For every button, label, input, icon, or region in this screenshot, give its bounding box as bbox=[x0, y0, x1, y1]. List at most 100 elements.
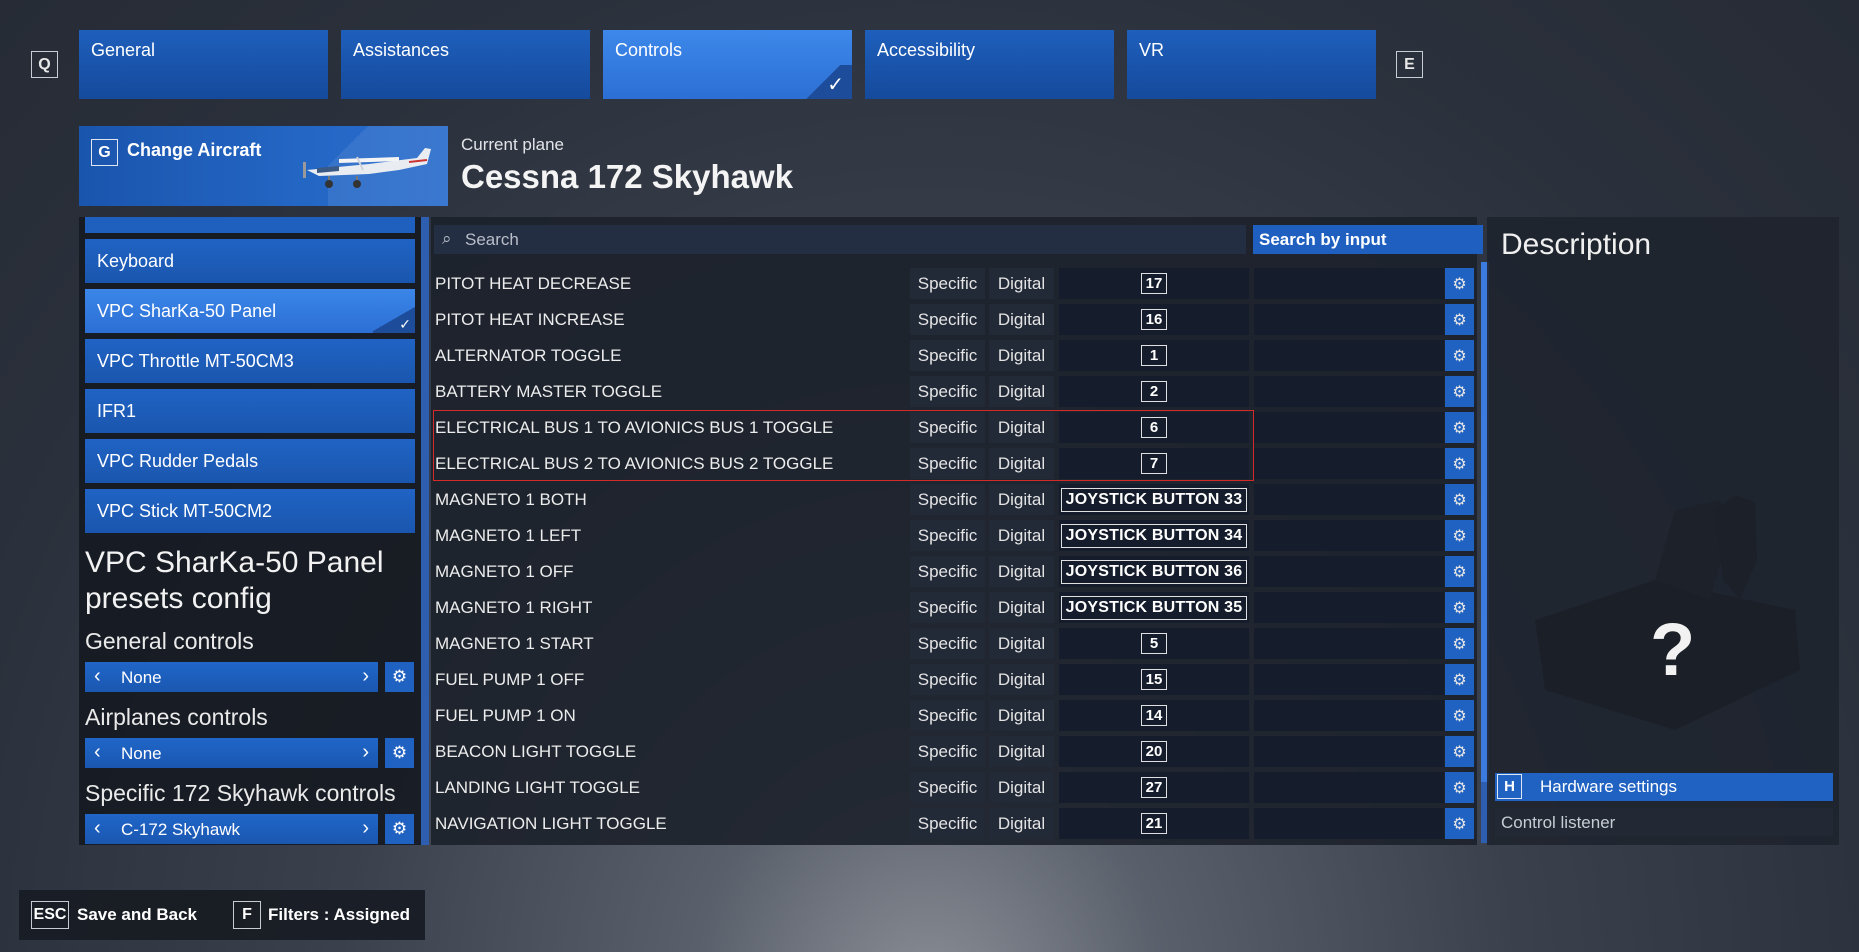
binding-scope[interactable]: Specific bbox=[910, 700, 985, 731]
binding-row[interactable]: MAGNETO 1 BOTH Specific Digital JOYSTICK BU… bbox=[434, 482, 1480, 516]
general-controls-gear-icon[interactable]: ⚙ bbox=[385, 662, 414, 692]
airplanes-controls-gear-icon[interactable]: ⚙ bbox=[385, 738, 414, 768]
binding-scope[interactable]: Specific bbox=[910, 808, 985, 839]
control-listener-field[interactable]: Control listener bbox=[1495, 808, 1833, 836]
binding-type[interactable]: Digital bbox=[989, 772, 1054, 803]
binding-gear-icon[interactable]: ⚙ bbox=[1445, 628, 1474, 659]
binding-type[interactable]: Digital bbox=[989, 592, 1054, 623]
binding-scope[interactable]: Specific bbox=[910, 268, 985, 299]
binding-slot-1[interactable]: 2 bbox=[1059, 376, 1249, 407]
binding-row[interactable]: MAGNETO 1 RIGHT Specific Digital JOYSTICK B… bbox=[434, 590, 1480, 624]
binding-row[interactable]: MAGNETO 1 START Specific Digital 5 ⚙ bbox=[434, 626, 1480, 660]
device-list-scrollbar[interactable] bbox=[421, 217, 429, 845]
binding-scope[interactable]: Specific bbox=[910, 520, 985, 551]
binding-row[interactable]: FUEL PUMP 1 OFF Specific Digital 15 ⚙ bbox=[434, 662, 1480, 696]
binding-slot-1[interactable]: 15 bbox=[1059, 664, 1249, 695]
specific-controls-gear-icon[interactable]: ⚙ bbox=[385, 814, 414, 844]
binding-gear-icon[interactable]: ⚙ bbox=[1445, 700, 1474, 731]
binding-row[interactable]: ALTERNATOR TOGGLE Specific Digital 1 ⚙ bbox=[434, 338, 1480, 372]
binding-row[interactable]: PITOT HEAT INCREASE Specific Digital 16 ⚙ bbox=[434, 302, 1480, 336]
binding-gear-icon[interactable]: ⚙ bbox=[1445, 376, 1474, 407]
binding-row[interactable]: MAGNETO 1 LEFT Specific Digital JOYSTICK BU… bbox=[434, 518, 1480, 552]
binding-slot-2[interactable] bbox=[1254, 628, 1444, 659]
tab-controls[interactable]: Controls ✓ bbox=[603, 30, 852, 99]
binding-slot-2[interactable] bbox=[1254, 340, 1444, 371]
tab-general[interactable]: General bbox=[79, 30, 328, 99]
binding-scope[interactable]: Specific bbox=[910, 376, 985, 407]
binding-type[interactable]: Digital bbox=[989, 808, 1054, 839]
binding-type[interactable]: Digital bbox=[989, 268, 1054, 299]
binding-slot-2[interactable] bbox=[1254, 412, 1444, 443]
binding-slot-1[interactable]: 21 bbox=[1059, 808, 1249, 839]
chevron-left-icon[interactable]: ‹ bbox=[94, 741, 101, 764]
device-item-vpc-stick[interactable]: VPC Stick MT-50CM2 bbox=[85, 489, 415, 533]
binding-gear-icon[interactable]: ⚙ bbox=[1445, 412, 1474, 443]
binding-slot-1[interactable]: JOYSTICK BUTTON 35 bbox=[1059, 592, 1249, 623]
prev-tab-key[interactable]: Q bbox=[31, 51, 58, 78]
binding-gear-icon[interactable]: ⚙ bbox=[1445, 772, 1474, 803]
binding-slot-1[interactable]: 27 bbox=[1059, 772, 1249, 803]
binding-row[interactable]: MAGNETO 1 OFF Specific Digital JOYSTICK BUT… bbox=[434, 554, 1480, 588]
binding-slot-2[interactable] bbox=[1254, 520, 1444, 551]
binding-row[interactable]: NAVIGATION LIGHT TOGGLE Specific Digital 21… bbox=[434, 806, 1480, 840]
device-item-vpc-sharka-50-panel[interactable]: VPC SharKa-50 Panel ✓ bbox=[85, 289, 415, 333]
chevron-right-icon[interactable]: › bbox=[362, 817, 369, 840]
binding-scope[interactable]: Specific bbox=[910, 772, 985, 803]
binding-slot-1[interactable]: 14 bbox=[1059, 700, 1249, 731]
binding-gear-icon[interactable]: ⚙ bbox=[1445, 592, 1474, 623]
save-back-button[interactable]: Save and Back bbox=[77, 905, 197, 925]
binding-scope[interactable]: Specific bbox=[910, 592, 985, 623]
binding-gear-icon[interactable]: ⚙ bbox=[1445, 556, 1474, 587]
save-back-key[interactable]: ESC bbox=[31, 901, 69, 929]
binding-row[interactable]: LANDING LIGHT TOGGLE Specific Digital 27 ⚙ bbox=[434, 770, 1480, 804]
device-item-vpc-rudder-pedals[interactable]: VPC Rudder Pedals bbox=[85, 439, 415, 483]
binding-slot-2[interactable] bbox=[1254, 592, 1444, 623]
binding-gear-icon[interactable]: ⚙ bbox=[1445, 484, 1474, 515]
binding-slot-1[interactable]: 16 bbox=[1059, 304, 1249, 335]
binding-slot-2[interactable] bbox=[1254, 376, 1444, 407]
hardware-settings-button[interactable]: H Hardware settings bbox=[1495, 773, 1833, 801]
binding-scope[interactable]: Specific bbox=[910, 664, 985, 695]
device-item-ifr1[interactable]: IFR1 bbox=[85, 389, 415, 433]
next-tab-key[interactable]: E bbox=[1396, 51, 1423, 78]
binding-type[interactable]: Digital bbox=[989, 376, 1054, 407]
binding-slot-1[interactable]: JOYSTICK BUTTON 36 bbox=[1059, 556, 1249, 587]
tab-vr[interactable]: VR bbox=[1127, 30, 1376, 99]
chevron-left-icon[interactable]: ‹ bbox=[94, 817, 101, 840]
chevron-right-icon[interactable]: › bbox=[362, 665, 369, 688]
binding-slot-2[interactable] bbox=[1254, 736, 1444, 767]
binding-type[interactable]: Digital bbox=[989, 520, 1054, 551]
binding-slot-2[interactable] bbox=[1254, 700, 1444, 731]
binding-row[interactable]: BATTERY MASTER TOGGLE Specific Digital 2 ⚙ bbox=[434, 374, 1480, 408]
binding-type[interactable]: Digital bbox=[989, 556, 1054, 587]
binding-scope[interactable]: Specific bbox=[910, 484, 985, 515]
binding-row[interactable]: BEACON LIGHT TOGGLE Specific Digital 20 ⚙ bbox=[434, 734, 1480, 768]
binding-slot-1[interactable]: 5 bbox=[1059, 628, 1249, 659]
binding-slot-2[interactable] bbox=[1254, 808, 1444, 839]
binding-gear-icon[interactable]: ⚙ bbox=[1445, 340, 1474, 371]
binding-slot-1[interactable]: 17 bbox=[1059, 268, 1249, 299]
filters-button[interactable]: Filters : Assigned bbox=[268, 905, 410, 925]
binding-gear-icon[interactable]: ⚙ bbox=[1445, 808, 1474, 839]
binding-gear-icon[interactable]: ⚙ bbox=[1445, 664, 1474, 695]
binding-scope[interactable]: Specific bbox=[910, 304, 985, 335]
binding-gear-icon[interactable]: ⚙ bbox=[1445, 448, 1474, 479]
binding-gear-icon[interactable]: ⚙ bbox=[1445, 736, 1474, 767]
binding-row[interactable]: FUEL PUMP 1 ON Specific Digital 14 ⚙ bbox=[434, 698, 1480, 732]
binding-slot-2[interactable] bbox=[1254, 664, 1444, 695]
binding-type[interactable]: Digital bbox=[989, 664, 1054, 695]
binding-type[interactable]: Digital bbox=[989, 340, 1054, 371]
chevron-left-icon[interactable]: ‹ bbox=[94, 665, 101, 688]
general-controls-selector[interactable]: ‹ None › bbox=[85, 662, 378, 692]
binding-slot-1[interactable]: JOYSTICK BUTTON 34 bbox=[1059, 520, 1249, 551]
binding-slot-2[interactable] bbox=[1254, 448, 1444, 479]
device-item-vpc-throttle[interactable]: VPC Throttle MT-50CM3 bbox=[85, 339, 415, 383]
binding-type[interactable]: Digital bbox=[989, 304, 1054, 335]
binding-slot-2[interactable] bbox=[1254, 772, 1444, 803]
tab-accessibility[interactable]: Accessibility bbox=[865, 30, 1114, 99]
binding-scope[interactable]: Specific bbox=[910, 340, 985, 371]
binding-gear-icon[interactable]: ⚙ bbox=[1445, 520, 1474, 551]
airplanes-controls-selector[interactable]: ‹ None › bbox=[85, 738, 378, 768]
chevron-right-icon[interactable]: › bbox=[362, 741, 369, 764]
binding-scope[interactable]: Specific bbox=[910, 556, 985, 587]
